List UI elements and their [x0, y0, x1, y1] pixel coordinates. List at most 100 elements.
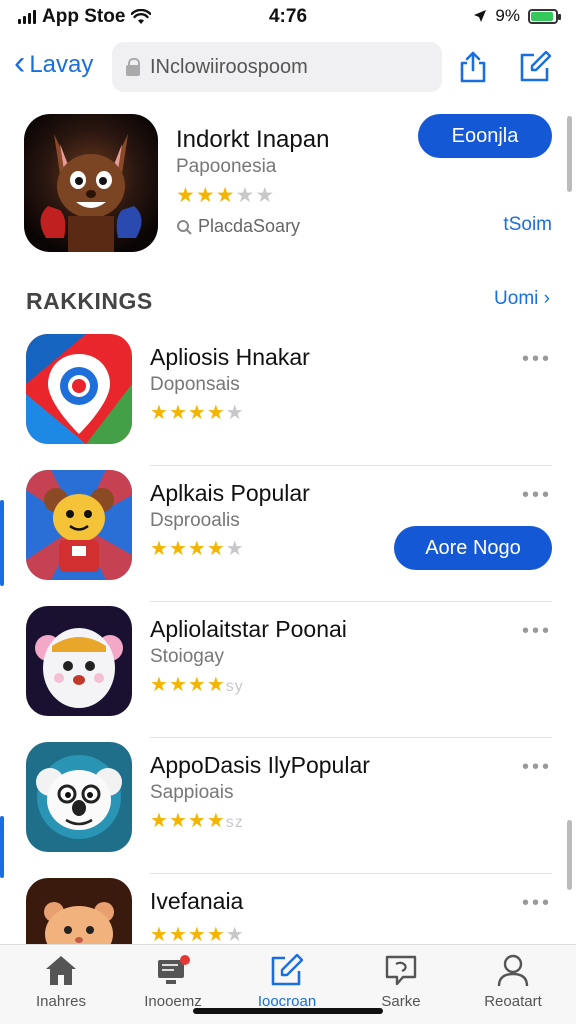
star-empty-icon: ★: [255, 184, 276, 207]
tab-games[interactable]: Inooemz: [118, 953, 228, 1010]
star-filled-icon: ★: [150, 810, 169, 832]
koala-app-icon[interactable]: [26, 742, 132, 852]
list-item[interactable]: Apliosis Hnakar Doponsais ★★★★★ •••: [0, 330, 576, 466]
scroll-indicator-left: [0, 500, 4, 586]
scroll-indicator-left: [0, 816, 4, 878]
get-button[interactable]: Eoonjla: [418, 114, 552, 158]
star-filled-icon: ★: [150, 538, 169, 560]
list-item[interactable]: AppoDasis IlyPopular Sappioais ★★★★sz ••…: [0, 738, 576, 874]
ghost-app-icon[interactable]: [26, 606, 132, 716]
more-options-icon[interactable]: •••: [522, 348, 552, 371]
star-empty-icon: ★: [235, 184, 256, 207]
back-button[interactable]: ‹ Lavay: [14, 46, 94, 80]
see-all-link[interactable]: Uomi ›: [494, 288, 550, 310]
rating-stars: ★★★★sy: [150, 672, 244, 697]
star-filled-icon: ★: [168, 924, 188, 944]
scrollbar[interactable]: [567, 116, 572, 192]
featured-app-developer: Papoonesia: [176, 156, 277, 177]
speech-bubble-icon: [385, 955, 417, 986]
rating-stars: ★★★★sz: [150, 808, 244, 833]
rating-stars: ★★★★★: [150, 922, 245, 944]
star-filled-icon: ★: [176, 184, 196, 207]
home-indicator[interactable]: [193, 1008, 383, 1014]
app-title: Apliolaitstar Poonai: [150, 616, 347, 642]
app-developer: Sappioais: [150, 782, 234, 803]
nav-bar: ‹ Lavay: [0, 40, 576, 94]
app-title: Ivefanaia: [150, 888, 244, 914]
star-filled-icon: ★: [206, 538, 226, 560]
star-filled-icon: ★: [150, 924, 169, 944]
share-icon[interactable]: [456, 50, 490, 84]
more-options-icon[interactable]: •••: [522, 756, 552, 779]
tab-label: Reoatart: [484, 993, 542, 1010]
app-developer: Doponsais: [150, 374, 240, 395]
rating-tail: sy: [225, 678, 244, 695]
star-filled-icon: ★: [150, 402, 169, 424]
more-options-icon[interactable]: •••: [522, 620, 552, 643]
tab-apps[interactable]: Ioocroan: [232, 953, 342, 1010]
app-title: Aplkais Popular: [150, 480, 310, 506]
star-filled-icon: ★: [168, 810, 188, 832]
search-input[interactable]: [150, 55, 420, 79]
star-filled-icon: ★: [206, 674, 226, 696]
tab-home[interactable]: Inahres: [6, 953, 116, 1010]
more-options-icon[interactable]: •••: [522, 892, 552, 915]
star-empty-icon: ★: [225, 538, 245, 560]
star-filled-icon: ★: [215, 184, 236, 207]
monitor-badge-icon: [158, 955, 190, 984]
star-filled-icon: ★: [168, 674, 188, 696]
featured-app-link[interactable]: tSoim: [503, 214, 552, 236]
star-filled-icon: ★: [187, 674, 207, 696]
chevron-left-icon: ‹: [14, 44, 26, 82]
featured-app-title: Indorkt Inapan: [176, 126, 330, 153]
app-developer: Dsprooalis: [150, 510, 240, 531]
star-filled-icon: ★: [168, 402, 188, 424]
tab-label: Inahres: [35, 993, 87, 1010]
hamster-app-icon[interactable]: [26, 878, 132, 944]
battery-percent: 9%: [495, 6, 520, 25]
star-empty-icon: ★: [225, 924, 245, 944]
search-icon: [177, 219, 192, 235]
featured-app-icon[interactable]: [24, 114, 158, 252]
map-pin-app-icon[interactable]: [26, 334, 132, 444]
tab-account[interactable]: Reoatart: [458, 953, 568, 1010]
house-icon: [46, 956, 76, 985]
app-title: AppoDasis IlyPopular: [150, 752, 370, 778]
featured-app-category: PlacdaSoary: [198, 216, 301, 236]
rating-tail: sz: [225, 814, 244, 831]
bear-app-icon[interactable]: [26, 470, 132, 580]
star-filled-icon: ★: [187, 810, 207, 832]
star-filled-icon: ★: [206, 924, 226, 944]
battery-icon: [528, 8, 561, 24]
rating-stars: ★★★★★: [176, 183, 275, 208]
battery-fill: [531, 11, 553, 21]
star-filled-icon: ★: [150, 674, 169, 696]
app-title: Apliosis Hnakar: [150, 344, 310, 370]
star-filled-icon: ★: [168, 538, 188, 560]
tab-search[interactable]: Sarke: [346, 953, 456, 1010]
lock-icon: [126, 58, 140, 76]
rating-stars: ★★★★★: [150, 536, 245, 561]
compose-icon[interactable]: [518, 50, 552, 84]
featured-app[interactable]: Indorkt Inapan Papoonesia ★★★★★ PlacdaSo…: [0, 112, 576, 262]
creature-icon: [40, 134, 142, 252]
star-filled-icon: ★: [187, 538, 207, 560]
open-button[interactable]: Aore Nogo: [394, 526, 552, 570]
rankings-header: RAKKINGS Uomi ›: [0, 284, 576, 318]
star-filled-icon: ★: [187, 924, 207, 944]
app-developer: Stoiogay: [150, 646, 224, 667]
scrollbar[interactable]: [567, 820, 572, 890]
list-item[interactable]: Aplkais Popular Dsprooalis ★★★★★ ••• Aor…: [0, 466, 576, 602]
more-options-icon[interactable]: •••: [522, 484, 552, 507]
back-label: Lavay: [29, 51, 94, 78]
person-icon: [497, 954, 529, 987]
list-item[interactable]: Ivefanaia ★★★★★ •••: [0, 874, 576, 944]
search-bar[interactable]: [112, 42, 442, 92]
pencil-square-icon: [271, 953, 304, 986]
list-item[interactable]: Apliolaitstar Poonai Stoiogay ★★★★sy •••: [0, 602, 576, 738]
section-title: RAKKINGS: [26, 288, 153, 314]
featured-app-meta: PlacdaSoary: [176, 216, 300, 237]
star-empty-icon: ★: [225, 402, 245, 424]
star-filled-icon: ★: [195, 184, 216, 207]
see-all-label: Uomi: [494, 288, 539, 309]
